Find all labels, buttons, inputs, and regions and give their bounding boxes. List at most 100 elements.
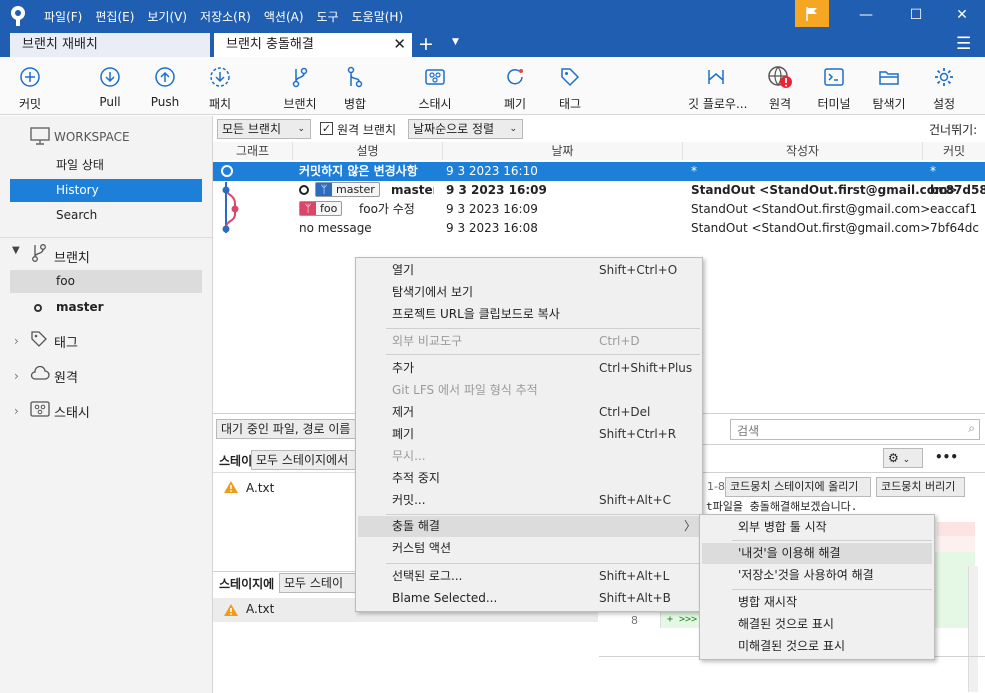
menu-item-log-selected[interactable]: 선택된 로그... Shift+Alt+L <box>358 566 700 587</box>
tag-label: 태그 <box>558 97 582 111</box>
branch-button[interactable]: 브랜치 <box>272 65 328 112</box>
column-graph[interactable]: 그래프 <box>213 142 293 160</box>
column-commit[interactable]: 커밋 <box>923 142 985 160</box>
stash-header[interactable]: 스태시 <box>54 402 90 421</box>
sidebar-item-history[interactable]: History <box>10 179 202 202</box>
more-options-icon[interactable]: ••• <box>935 450 958 464</box>
column-author[interactable]: 작성자 <box>683 142 923 160</box>
tab-conflict[interactable]: 브랜치 충돌해결 ✕ <box>214 33 412 57</box>
stash-button[interactable]: 스태시 <box>407 65 463 112</box>
menu-item-open[interactable]: 열기 Shift+Ctrl+O <box>358 260 700 281</box>
menu-item-restart-merge[interactable]: 병합 재시작 <box>702 592 932 613</box>
diff-options-button[interactable]: ⚙ ⌄ <box>883 448 923 468</box>
hamburger-menu-icon[interactable]: ☰ <box>956 34 971 54</box>
menu-item-resolve-theirs[interactable]: '저장소'것을 사용하여 해결 <box>702 565 932 586</box>
column-date[interactable]: 날짜 <box>443 142 683 160</box>
menu-item-copy-url[interactable]: 프로젝트 URL을 클립보드로 복사 <box>358 304 700 325</box>
menu-item-add[interactable]: 추가 Ctrl+Shift+Plus <box>358 358 700 379</box>
settings-button[interactable]: 설정 <box>916 65 972 112</box>
menu-item-label: 추적 중지 <box>392 471 440 485</box>
current-branch-icon <box>34 304 42 312</box>
menu-item-mark-unresolved[interactable]: 미해결된 것으로 표시 <box>702 636 932 657</box>
remote-branches-checkbox[interactable]: ✓ <box>320 122 333 135</box>
diff-removed-line <box>937 536 975 552</box>
menu-item-mark-resolved[interactable]: 해결된 것으로 표시 <box>702 614 932 635</box>
menu-separator <box>386 354 700 355</box>
flag-button[interactable] <box>795 0 829 27</box>
commit-description: no message <box>299 221 372 235</box>
stage-all-button[interactable]: 모두 스테이지에서 <box>251 450 361 470</box>
close-tab-icon[interactable]: ✕ <box>393 33 406 56</box>
git-flow-button[interactable]: 깃 플로우... <box>688 65 747 112</box>
column-description[interactable]: 설명 <box>293 142 443 160</box>
stash-label: 스태시 <box>418 97 452 111</box>
table-row[interactable]: ᛘ master master 9 3 2023 16:09 StandOut <… <box>213 181 985 200</box>
remote-button[interactable]: 원격 <box>752 65 808 112</box>
sidebar-item-branch-master[interactable]: master <box>10 296 202 319</box>
tags-header[interactable]: 태그 <box>54 332 78 351</box>
menu-tools[interactable]: 도구 <box>317 8 339 25</box>
pull-button[interactable]: Pull <box>82 65 138 109</box>
unstaged-file[interactable]: A.txt <box>246 481 274 495</box>
add-tab-button[interactable]: + <box>418 33 434 55</box>
menu-item-shortcut: Ctrl+Del <box>599 405 651 419</box>
remote-branches-label: 원격 브랜치 <box>337 123 397 137</box>
menu-item-blame-selected[interactable]: Blame Selected... Shift+Alt+B <box>358 588 700 609</box>
menu-item-resolve-conflicts[interactable]: 충돌 해결 〉 <box>358 516 700 537</box>
chevron-right-icon[interactable]: › <box>14 369 19 383</box>
commit-label: 커밋 <box>18 97 42 111</box>
chevron-right-icon[interactable]: › <box>14 404 19 418</box>
minimize-button[interactable]: — <box>856 5 876 25</box>
menu-item-resolve-mine[interactable]: '내것'을 이용해 해결 <box>702 543 932 564</box>
search-placeholder: 검색 <box>737 424 760 438</box>
merge-button[interactable]: 병합 <box>327 65 383 112</box>
unstage-all-button[interactable]: 모두 스테이 <box>279 573 357 593</box>
table-row[interactable]: ᛘ foo foo가 수정 9 3 2023 16:09 StandOut <St… <box>213 200 985 219</box>
sidebar-item-branch-foo[interactable]: foo <box>10 270 202 293</box>
stage-hunk-button[interactable]: 코드뭉치 스테이지에 올리기 <box>725 477 871 497</box>
terminal-button[interactable]: 터미널 <box>806 65 862 112</box>
sidebar-item-search[interactable]: Search <box>10 204 202 227</box>
pull-arrow-icon <box>100 67 120 87</box>
maximize-button[interactable]: ☐ <box>906 5 926 25</box>
menu-edit[interactable]: 편집(E) <box>95 8 134 25</box>
pending-files-filter[interactable]: 대기 중인 파일, 경로 이름 <box>216 419 366 439</box>
menu-actions[interactable]: 액션(A) <box>264 8 304 25</box>
discard-hunk-button[interactable]: 코드뭉치 버리기 <box>876 477 965 497</box>
commit-button[interactable]: 커밋 <box>2 65 58 112</box>
branch-tag-foo[interactable]: ᛘ foo <box>299 201 343 216</box>
push-button[interactable]: Push <box>137 65 193 109</box>
chevron-right-icon[interactable]: › <box>14 334 19 348</box>
menu-item-commit[interactable]: 커밋... Shift+Alt+C <box>358 490 700 511</box>
menu-item-label: Blame Selected... <box>392 591 498 605</box>
table-row[interactable]: 커밋하지 않은 변경사항 9 3 2023 16:10 * * <box>213 162 985 181</box>
menu-view[interactable]: 보기(V) <box>147 8 187 25</box>
menu-item-custom-actions[interactable]: 커스텀 액션 <box>358 538 700 559</box>
explorer-button[interactable]: 탐색기 <box>861 65 917 112</box>
branch-tag-master[interactable]: ᛘ master <box>315 182 380 197</box>
search-input[interactable]: 검색 ⌕ <box>730 419 980 440</box>
sort-dropdown[interactable]: 날짜순으로 정렬 ⌄ <box>408 119 523 139</box>
chevron-down-icon[interactable]: ▼ <box>12 245 20 256</box>
fetch-button[interactable]: 패치 <box>192 65 248 112</box>
menu-item-lfs-track: Git LFS 에서 파일 형식 추적 <box>358 380 700 401</box>
close-button[interactable]: ✕ <box>952 5 972 25</box>
branch-filter-dropdown[interactable]: 모든 브랜치 ⌄ <box>217 119 311 139</box>
tag-button[interactable]: 태그 <box>542 65 598 112</box>
menu-item-remove[interactable]: 제거 Ctrl+Del <box>358 402 700 423</box>
diff-scrollbar[interactable] <box>968 566 978 692</box>
table-row[interactable]: no message 9 3 2023 16:08 StandOut <Stan… <box>213 219 985 238</box>
menu-repository[interactable]: 저장소(R) <box>200 8 251 25</box>
tab-rebase[interactable]: 브랜치 재배치 <box>10 33 210 57</box>
menu-item-launch-merge-tool[interactable]: 외부 병합 툴 시작 <box>702 517 932 538</box>
remotes-header[interactable]: 원격 <box>54 367 78 386</box>
branches-header[interactable]: 브랜치 <box>54 247 90 266</box>
menu-item-stop-tracking[interactable]: 추적 중지 <box>358 468 700 489</box>
menu-help[interactable]: 도움말(H) <box>352 8 404 25</box>
sidebar-item-file-status[interactable]: 파일 상태 <box>10 154 202 177</box>
menu-item-show-in-explorer[interactable]: 탐색기에서 보기 <box>358 282 700 303</box>
tab-list-caret-icon[interactable]: ▼ <box>452 37 459 47</box>
menu-file[interactable]: 파일(F) <box>44 8 82 25</box>
menu-item-discard[interactable]: 폐기 Shift+Ctrl+R <box>358 424 700 445</box>
discard-button[interactable]: 폐기 <box>487 65 543 112</box>
